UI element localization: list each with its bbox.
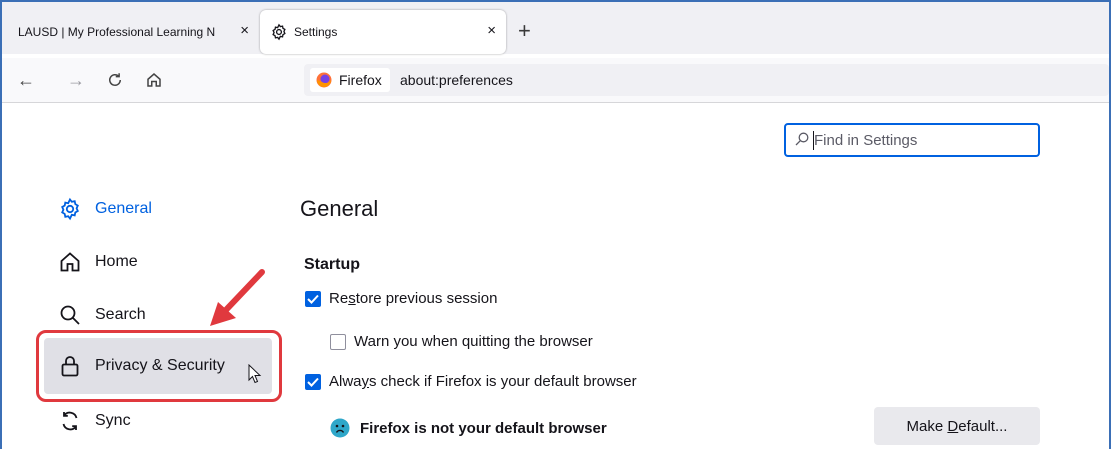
highlight-box	[36, 330, 282, 402]
url-text[interactable]: about:preferences	[400, 72, 513, 88]
sidebar-item-label: Home	[95, 253, 138, 270]
close-icon[interactable]: ×	[487, 22, 496, 40]
tab-settings[interactable]: Settings ×	[260, 10, 506, 54]
sidebar-item-label: Search	[95, 306, 146, 323]
url-bar[interactable]: Firefox about:preferences	[304, 64, 1109, 96]
search-icon	[795, 132, 809, 146]
tab-label: LAUSD | My Professional Learning N	[18, 25, 216, 39]
forward-button[interactable]: →	[64, 68, 88, 92]
gear-icon	[270, 23, 288, 41]
cursor-icon	[248, 364, 262, 384]
new-tab-button[interactable]: +	[518, 20, 531, 42]
sidebar-item-home[interactable]: Home	[56, 242, 138, 282]
default-check-checkbox[interactable]	[305, 373, 321, 390]
home-button[interactable]	[142, 68, 166, 92]
gear-icon	[56, 195, 84, 223]
identity-box[interactable]: Firefox	[310, 68, 390, 92]
sidebar-item-label: Sync	[95, 412, 131, 429]
home-icon	[147, 73, 161, 87]
annotation-arrow-icon	[210, 269, 265, 326]
startup-heading: Startup	[304, 256, 360, 273]
default-browser-status: Firefox is not your default browser	[330, 418, 607, 438]
restore-session-option[interactable]: Restore previous session	[305, 290, 497, 307]
restore-session-checkbox[interactable]	[305, 290, 321, 307]
checkmark-icon	[307, 377, 319, 387]
sidebar-item-sync[interactable]: Sync	[56, 401, 131, 441]
make-default-label: Make Default...	[906, 417, 1008, 435]
home-icon	[56, 248, 84, 276]
default-browser-status-text: Firefox is not your default browser	[360, 419, 607, 437]
tab-label: Settings	[294, 25, 338, 39]
checkmark-icon	[307, 294, 319, 304]
reload-icon	[109, 73, 121, 86]
default-check-option[interactable]: Always check if Firefox is your default …	[305, 373, 637, 390]
default-check-label: Always check if Firefox is your default …	[329, 373, 637, 390]
firefox-logo-icon	[316, 72, 332, 88]
tab-lausd[interactable]: LAUSD | My Professional Learning N ×	[10, 10, 255, 54]
nav-bar: ← → Firefox about:preferences	[2, 58, 1109, 103]
warn-quit-option[interactable]: Warn you when quitting the browser	[330, 333, 593, 350]
search-settings-field[interactable]	[784, 123, 1040, 157]
back-arrow-icon: ←	[17, 69, 35, 90]
sidebar-item-search[interactable]: Search	[56, 295, 146, 335]
warn-quit-checkbox[interactable]	[330, 333, 346, 350]
back-button[interactable]: ←	[14, 68, 38, 92]
make-default-button[interactable]: Make Default...	[874, 407, 1040, 445]
warn-quit-label: Warn you when quitting the browser	[354, 333, 593, 350]
sync-icon	[56, 407, 84, 435]
tab-strip: LAUSD | My Professional Learning N × Set…	[2, 2, 1109, 54]
page-title: General	[300, 196, 379, 221]
sidebar-item-label: General	[95, 200, 152, 217]
restore-session-label: Restore previous session	[329, 290, 498, 307]
forward-arrow-icon: →	[67, 69, 85, 90]
reload-button[interactable]	[103, 68, 127, 92]
search-input[interactable]	[814, 130, 1029, 150]
identity-label: Firefox	[339, 72, 382, 88]
sidebar-item-general[interactable]: General	[56, 189, 152, 229]
close-icon[interactable]: ×	[240, 22, 249, 40]
sad-face-icon	[330, 418, 350, 438]
search-icon	[56, 301, 84, 329]
